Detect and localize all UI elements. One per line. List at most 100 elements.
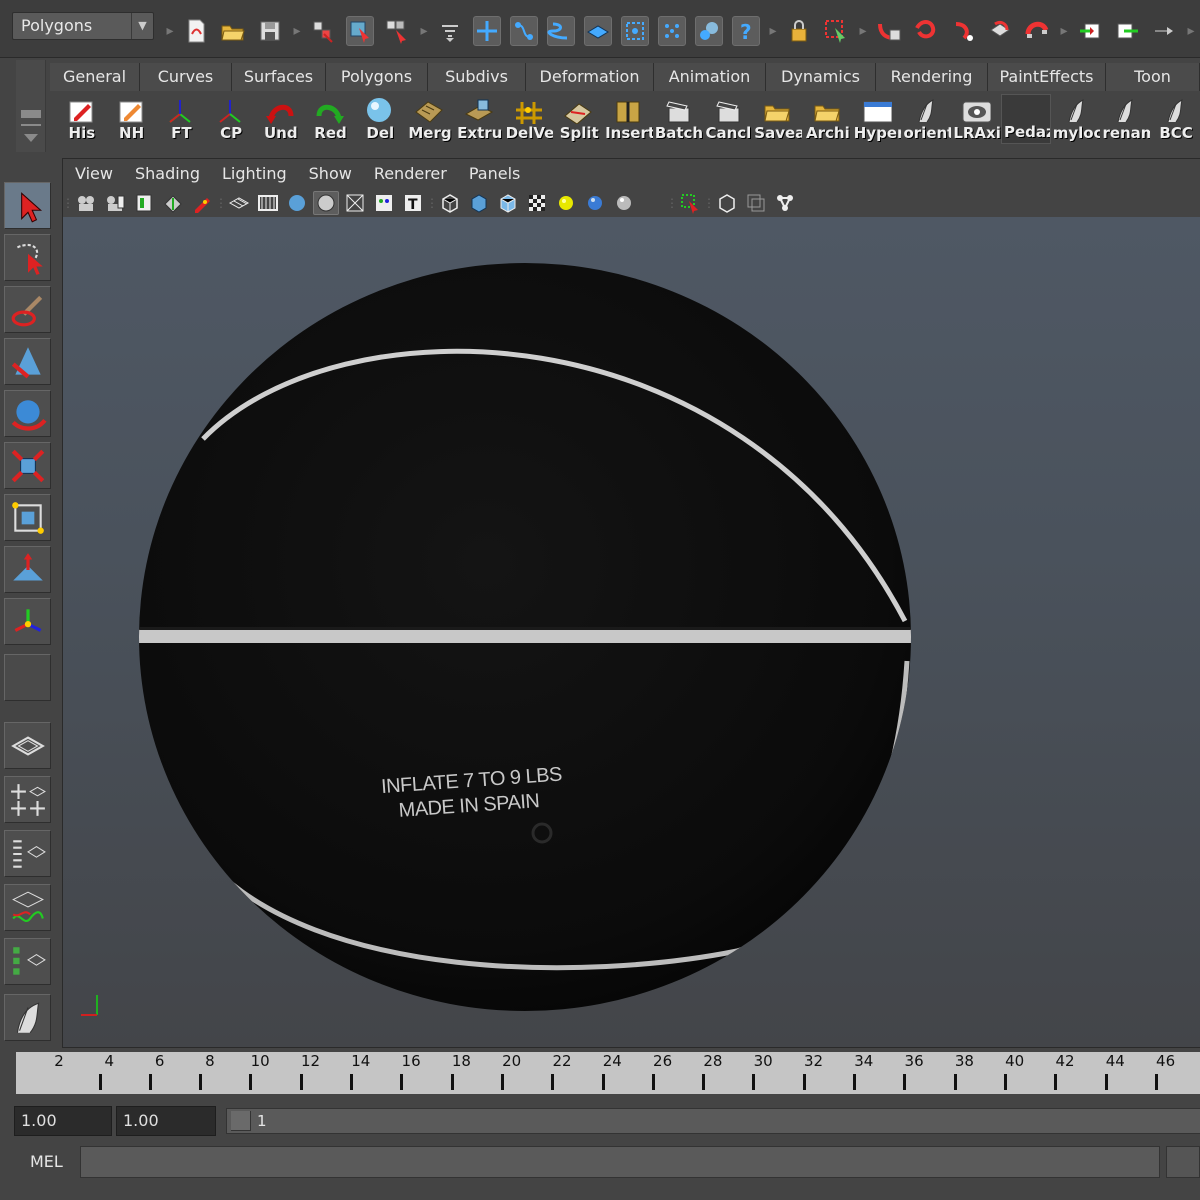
field-chart-button[interactable]	[342, 191, 368, 215]
lock-icon[interactable]	[785, 16, 813, 46]
soft-modification-button[interactable]	[4, 546, 51, 593]
shelf-tab-toon[interactable]: Toon	[1106, 63, 1200, 91]
universal-manipulator-button[interactable]	[4, 494, 51, 541]
input-ops-icon[interactable]	[1113, 16, 1141, 46]
basketball-model[interactable]	[137, 261, 913, 1013]
history-icon[interactable]	[658, 16, 686, 46]
open-scene-icon[interactable]	[219, 16, 247, 46]
wireframe-on-shaded-button[interactable]	[495, 191, 521, 215]
construction-history-icon[interactable]	[695, 16, 723, 46]
shelf-button-extru[interactable]: Extru	[454, 94, 504, 144]
shelf-button-myloc[interactable]: myloc	[1051, 94, 1100, 144]
separator-arrow[interactable]: ▸	[1060, 18, 1068, 44]
safe-action-button[interactable]	[371, 191, 397, 215]
graph-editor-persp-layout-button[interactable]	[4, 884, 51, 931]
selection-mask-icon[interactable]	[436, 16, 464, 46]
shelf-button-delve[interactable]: DelVe	[504, 94, 553, 144]
shelf-handle[interactable]	[16, 60, 46, 152]
use-default-material-button[interactable]	[553, 191, 579, 215]
help-icon[interactable]: ?	[732, 16, 760, 46]
shelf-button-del[interactable]: Del	[354, 94, 404, 144]
shelf-editor-icon[interactable]	[21, 110, 41, 118]
shelf-tab-general[interactable]: General	[50, 63, 140, 91]
shelf-button-ft[interactable]: FT	[155, 94, 205, 144]
script-editor-button[interactable]	[1166, 1146, 1200, 1178]
camera-attributes-button[interactable]	[73, 191, 99, 215]
lasso-tool-button[interactable]	[4, 234, 51, 281]
shelf-button-split[interactable]: Split	[553, 94, 603, 144]
film-gate-button[interactable]	[255, 191, 281, 215]
flat-lighting-button[interactable]	[640, 191, 666, 215]
snap-grid-icon[interactable]	[473, 16, 501, 46]
shelf-button-merg[interactable]: Merg	[404, 94, 454, 144]
paint-select-tool-button[interactable]	[4, 286, 51, 333]
panel-menu-lighting[interactable]: Lighting	[222, 159, 287, 189]
snap-point-icon[interactable]	[547, 16, 575, 46]
gate-mask-button[interactable]	[313, 191, 339, 215]
separator-arrow[interactable]: ▸	[420, 18, 428, 44]
range-knob[interactable]	[231, 1111, 251, 1131]
shelf-button-savea[interactable]: Savea	[752, 94, 802, 144]
panel-menu-renderer[interactable]: Renderer	[374, 159, 447, 189]
snap-live-icon[interactable]	[621, 16, 649, 46]
xray-joints-button[interactable]	[714, 191, 740, 215]
output-connections-icon[interactable]	[912, 16, 940, 46]
perspective-viewport[interactable]: INFLATE 7 TO 9 LBS MADE IN SPAIN	[63, 217, 1200, 1047]
rotate-tool-button[interactable]	[4, 390, 51, 437]
select-hierarchy-icon[interactable]	[309, 16, 337, 46]
shelf-tab-polygons[interactable]: Polygons	[326, 63, 428, 91]
isolate-select-button[interactable]	[677, 191, 703, 215]
select-lock-icon[interactable]	[822, 16, 850, 46]
shelf-button-his[interactable]: His	[56, 94, 106, 144]
all-lights-button[interactable]	[582, 191, 608, 215]
image-plane-button[interactable]	[131, 191, 157, 215]
snap-plane-icon[interactable]	[584, 16, 612, 46]
select-component-icon[interactable]	[383, 16, 411, 46]
xray-active-button[interactable]	[743, 191, 769, 215]
shelf-tab-subdivs[interactable]: Subdivs	[428, 63, 526, 91]
shelf-tab-animation[interactable]: Animation	[654, 63, 766, 91]
panel-menu-panels[interactable]: Panels	[469, 159, 521, 189]
bookmark-camera-button[interactable]	[102, 191, 128, 215]
render-settings-icon[interactable]	[1076, 16, 1104, 46]
time-slider[interactable]: 2 4 6 8 10 12 14 16 18 20 22 24 26 28 30 32 34 36 38 40 42 44…	[16, 1052, 1200, 1094]
select-tool-button[interactable]	[4, 182, 51, 229]
smooth-shade-button[interactable]	[466, 191, 492, 215]
shelf-button-nh[interactable]: NH	[106, 94, 156, 144]
command-input[interactable]	[80, 1146, 1160, 1178]
two-d-pan-zoom-button[interactable]	[160, 191, 186, 215]
shelf-tab-curves[interactable]: Curves	[140, 63, 232, 91]
shelf-tab-dynamics[interactable]: Dynamics	[766, 63, 876, 91]
outliner-persp-layout-button[interactable]	[4, 830, 51, 877]
resolution-gate-button[interactable]	[284, 191, 310, 215]
shelf-button-orient[interactable]: orient	[901, 94, 951, 144]
safe-title-button[interactable]: T	[400, 191, 426, 215]
start-time-field[interactable]: 1.00	[14, 1106, 112, 1136]
shelf-tab-deformation[interactable]: Deformation	[526, 63, 654, 91]
menu-set-dropdown[interactable]: Polygons ▼	[12, 12, 154, 40]
shelf-button-batch[interactable]: Batch	[653, 94, 703, 144]
single-perspective-layout-button[interactable]	[4, 722, 51, 769]
construction-on-icon[interactable]	[949, 16, 977, 46]
shelf-tab-rendering[interactable]: Rendering	[876, 63, 988, 91]
separator-arrow[interactable]: ▸	[859, 18, 867, 44]
last-tool-slot-button[interactable]	[4, 654, 51, 701]
output-ops-icon[interactable]	[1150, 16, 1178, 46]
separator-arrow[interactable]: ▸	[293, 18, 301, 44]
grease-pencil-button[interactable]	[189, 191, 215, 215]
shelf-button-renam[interactable]: renam	[1100, 94, 1150, 144]
shelf-button-cancl[interactable]: Cancl	[703, 94, 753, 144]
show-manipulator-button[interactable]	[4, 598, 51, 645]
xray-button[interactable]	[524, 191, 550, 215]
save-scene-icon[interactable]	[256, 16, 284, 46]
grid-button[interactable]	[226, 191, 252, 215]
panel-menu-view[interactable]: View	[75, 159, 113, 189]
separator-arrow[interactable]: ▸	[769, 18, 777, 44]
panel-menu-show[interactable]: Show	[309, 159, 352, 189]
shelf-button-lraxi[interactable]: LRAxi	[951, 94, 1001, 144]
high-quality-button[interactable]	[772, 191, 798, 215]
input-connections-icon[interactable]	[875, 16, 903, 46]
shelf-menu-arrow-icon[interactable]	[24, 134, 38, 142]
mel-toggle-button[interactable]: MEL	[30, 1142, 63, 1182]
shelf-button-pedaz[interactable]: Pedaz	[1000, 94, 1051, 144]
